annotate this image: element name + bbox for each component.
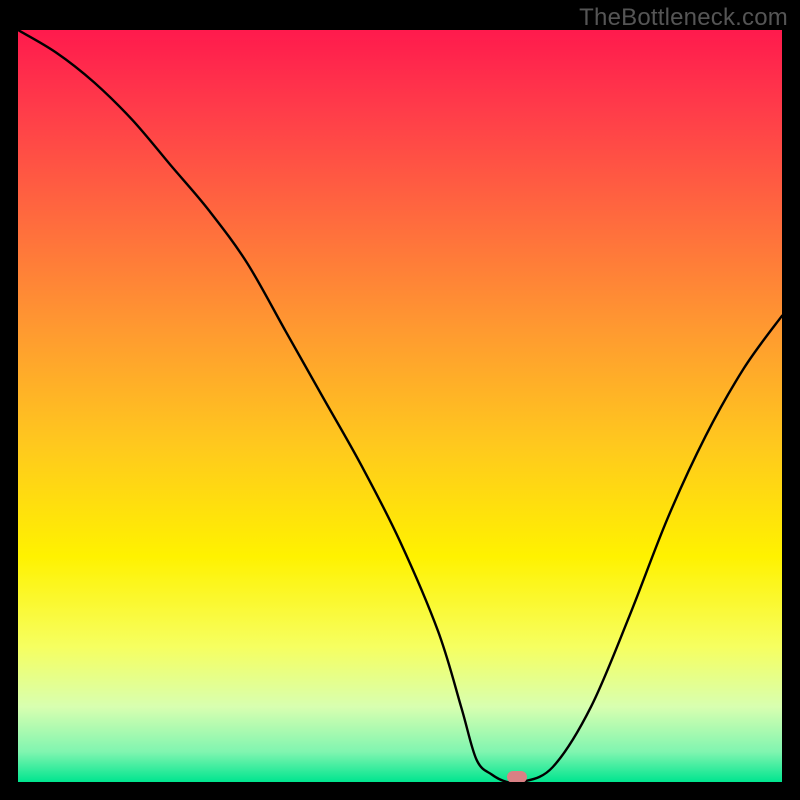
chart-frame: TheBottleneck.com: [0, 0, 800, 800]
watermark-text: TheBottleneck.com: [579, 4, 788, 32]
bottleneck-curve: [18, 30, 782, 782]
optimal-marker: [507, 771, 527, 782]
plot-area: [18, 30, 782, 782]
